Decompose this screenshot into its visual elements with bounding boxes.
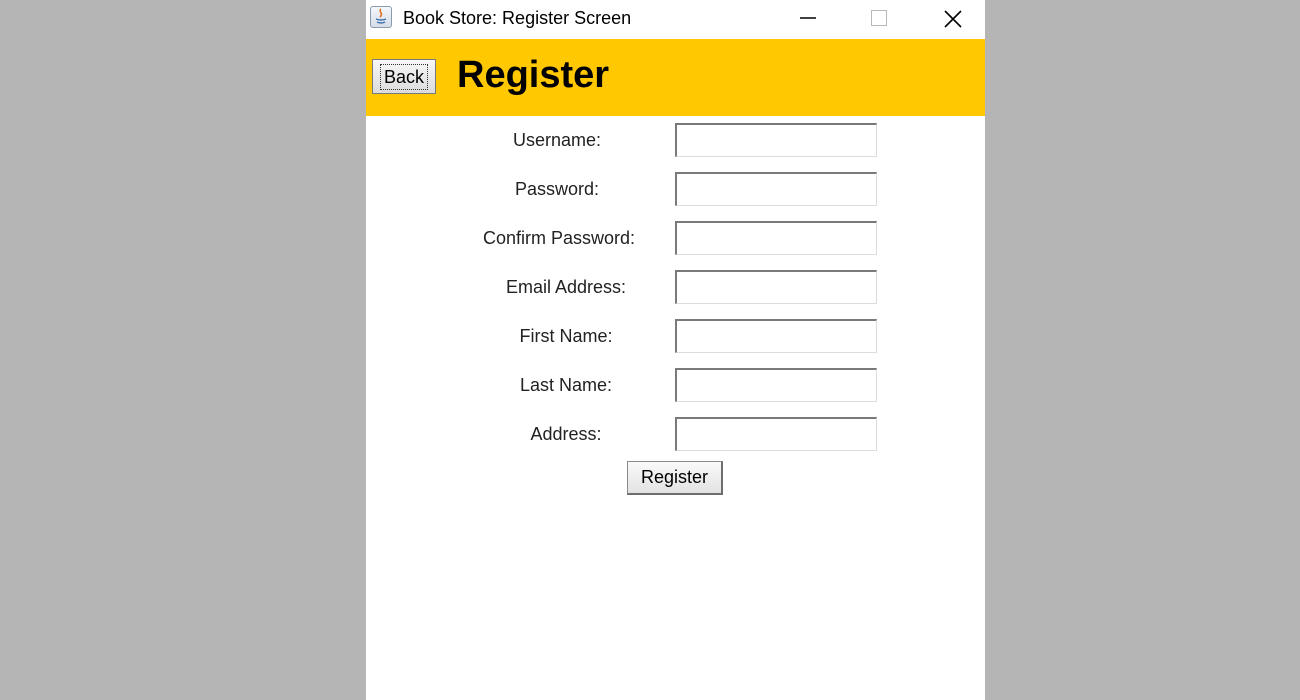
title-bar[interactable]: Book Store: Register Screen: [366, 0, 985, 38]
confirm-password-label: Confirm Password:: [482, 228, 636, 248]
java-app-icon: [370, 6, 392, 28]
username-label: Username:: [512, 130, 602, 150]
password-input[interactable]: [675, 172, 877, 206]
address-input[interactable]: [675, 417, 877, 451]
email-address-input[interactable]: [675, 270, 877, 304]
back-button[interactable]: Back: [372, 59, 436, 94]
last-name-label: Last Name:: [519, 375, 613, 395]
last-name-input[interactable]: [675, 368, 877, 402]
register-button[interactable]: Register: [627, 461, 723, 495]
close-icon: [944, 10, 962, 28]
minimize-icon: [800, 17, 816, 19]
email-address-label: Email Address:: [505, 277, 627, 297]
confirm-password-input[interactable]: [675, 221, 877, 255]
password-label: Password:: [514, 179, 600, 199]
back-button-label: Back: [379, 63, 429, 90]
address-label: Address:: [530, 424, 602, 444]
header-banner: Back Register: [366, 39, 985, 116]
username-input[interactable]: [675, 123, 877, 157]
first-name-input[interactable]: [675, 319, 877, 353]
maximize-button[interactable]: [856, 0, 902, 36]
close-button[interactable]: [929, 0, 975, 36]
window-title: Book Store: Register Screen: [403, 8, 632, 28]
minimize-button[interactable]: [785, 0, 831, 36]
register-window: Book Store: Register Screen Back Registe…: [366, 0, 985, 700]
page-title: Register: [457, 54, 610, 96]
maximize-icon: [871, 10, 887, 26]
first-name-label: First Name:: [519, 326, 613, 346]
